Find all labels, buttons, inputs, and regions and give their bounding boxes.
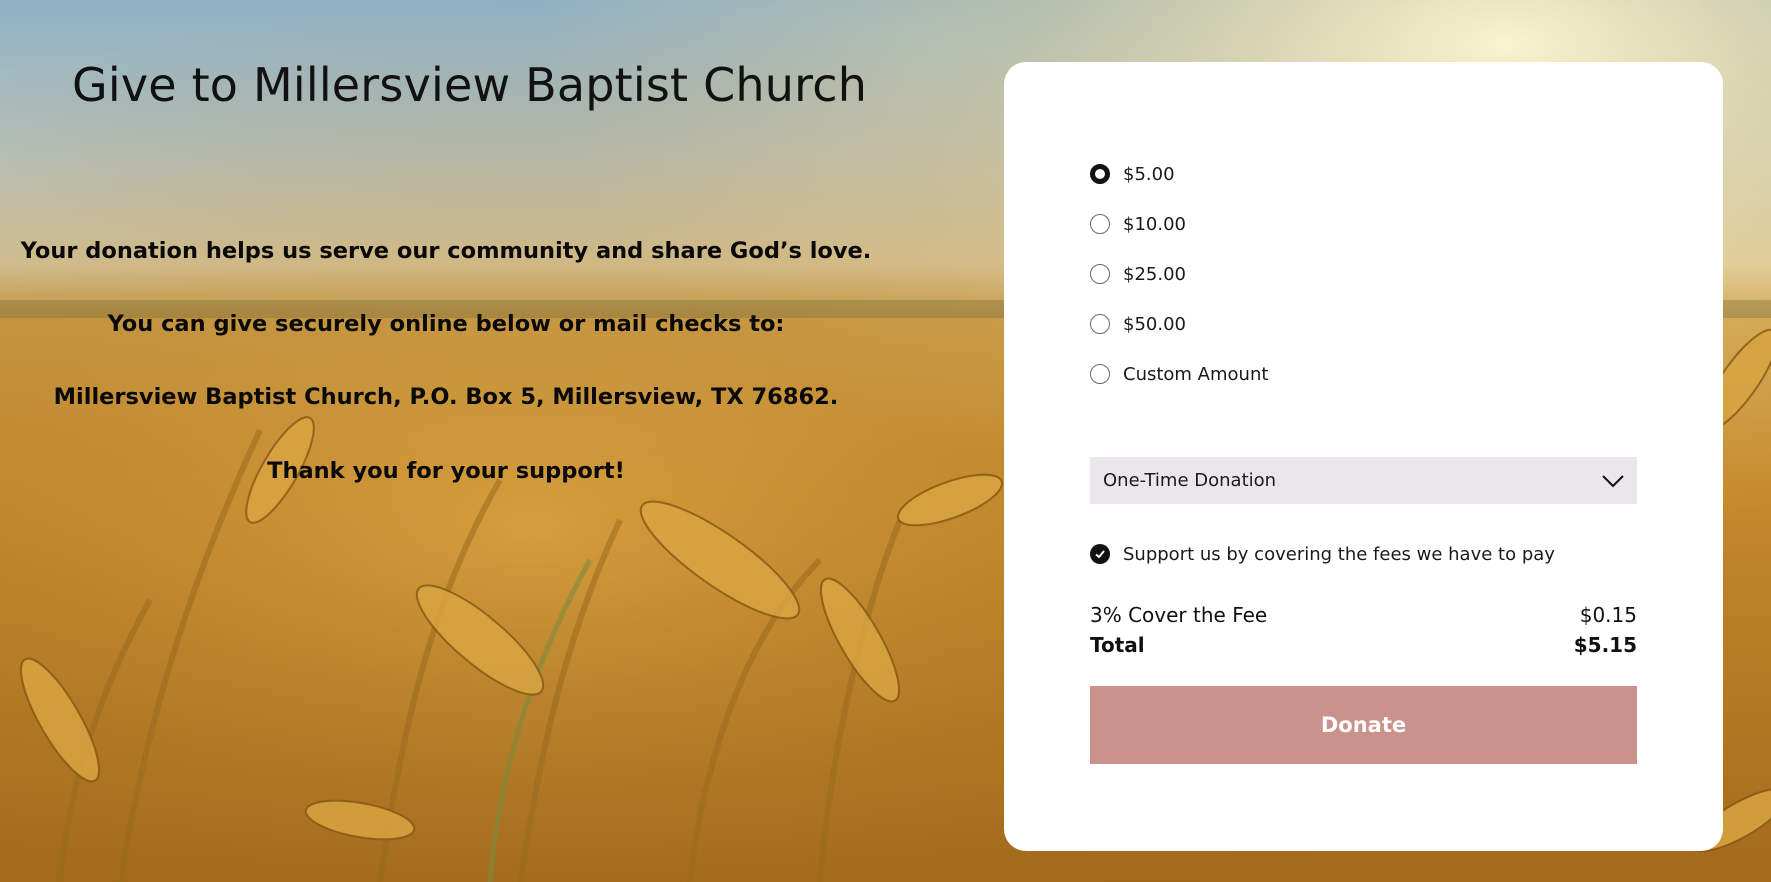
radio-icon[interactable] bbox=[1090, 264, 1110, 284]
radio-icon[interactable] bbox=[1090, 314, 1110, 334]
radio-icon[interactable] bbox=[1090, 364, 1110, 384]
amount-label: Custom Amount bbox=[1123, 363, 1269, 385]
amount-option-custom[interactable]: Custom Amount bbox=[1090, 362, 1268, 386]
intro-text: Your donation helps us serve our communi… bbox=[20, 238, 872, 264]
fee-label: 3% Cover the Fee bbox=[1090, 603, 1268, 627]
total-row: Total $5.15 bbox=[1090, 633, 1637, 657]
total-value: $5.15 bbox=[1573, 633, 1637, 657]
fee-value: $0.15 bbox=[1579, 603, 1637, 627]
frequency-select[interactable]: One-Time Donation bbox=[1090, 457, 1637, 504]
amount-label: $50.00 bbox=[1123, 313, 1186, 335]
donate-button[interactable]: Donate bbox=[1090, 686, 1637, 764]
mailing-address-text: Millersview Baptist Church, P.O. Box 5, … bbox=[53, 384, 839, 410]
total-label: Total bbox=[1090, 633, 1145, 657]
checkmark-icon[interactable] bbox=[1090, 544, 1110, 564]
cover-fees-checkbox[interactable]: Support us by covering the fees we have … bbox=[1090, 542, 1555, 566]
chevron-down-icon bbox=[1602, 474, 1624, 487]
radio-selected-icon[interactable] bbox=[1090, 164, 1110, 184]
amount-label: $5.00 bbox=[1123, 163, 1175, 185]
fee-row: 3% Cover the Fee $0.15 bbox=[1090, 603, 1637, 627]
donation-form-card: $5.00 $10.00 $25.00 $50.00 Custom Amount… bbox=[1004, 62, 1723, 851]
mail-checks-text: You can give securely online below or ma… bbox=[107, 311, 785, 337]
thank-you-text: Thank you for your support! bbox=[267, 458, 625, 484]
page-title: Give to Millersview Baptist Church bbox=[72, 58, 868, 112]
amount-label: $25.00 bbox=[1123, 263, 1186, 285]
amount-label: $10.00 bbox=[1123, 213, 1186, 235]
cover-fees-label: Support us by covering the fees we have … bbox=[1123, 543, 1555, 565]
amount-option-10[interactable]: $10.00 bbox=[1090, 212, 1186, 236]
radio-icon[interactable] bbox=[1090, 214, 1110, 234]
amount-option-50[interactable]: $50.00 bbox=[1090, 312, 1186, 336]
amount-option-25[interactable]: $25.00 bbox=[1090, 262, 1186, 286]
frequency-value: One-Time Donation bbox=[1103, 470, 1277, 491]
donation-page: Give to Millersview Baptist Church Your … bbox=[0, 0, 1771, 882]
amount-option-5[interactable]: $5.00 bbox=[1090, 162, 1175, 186]
